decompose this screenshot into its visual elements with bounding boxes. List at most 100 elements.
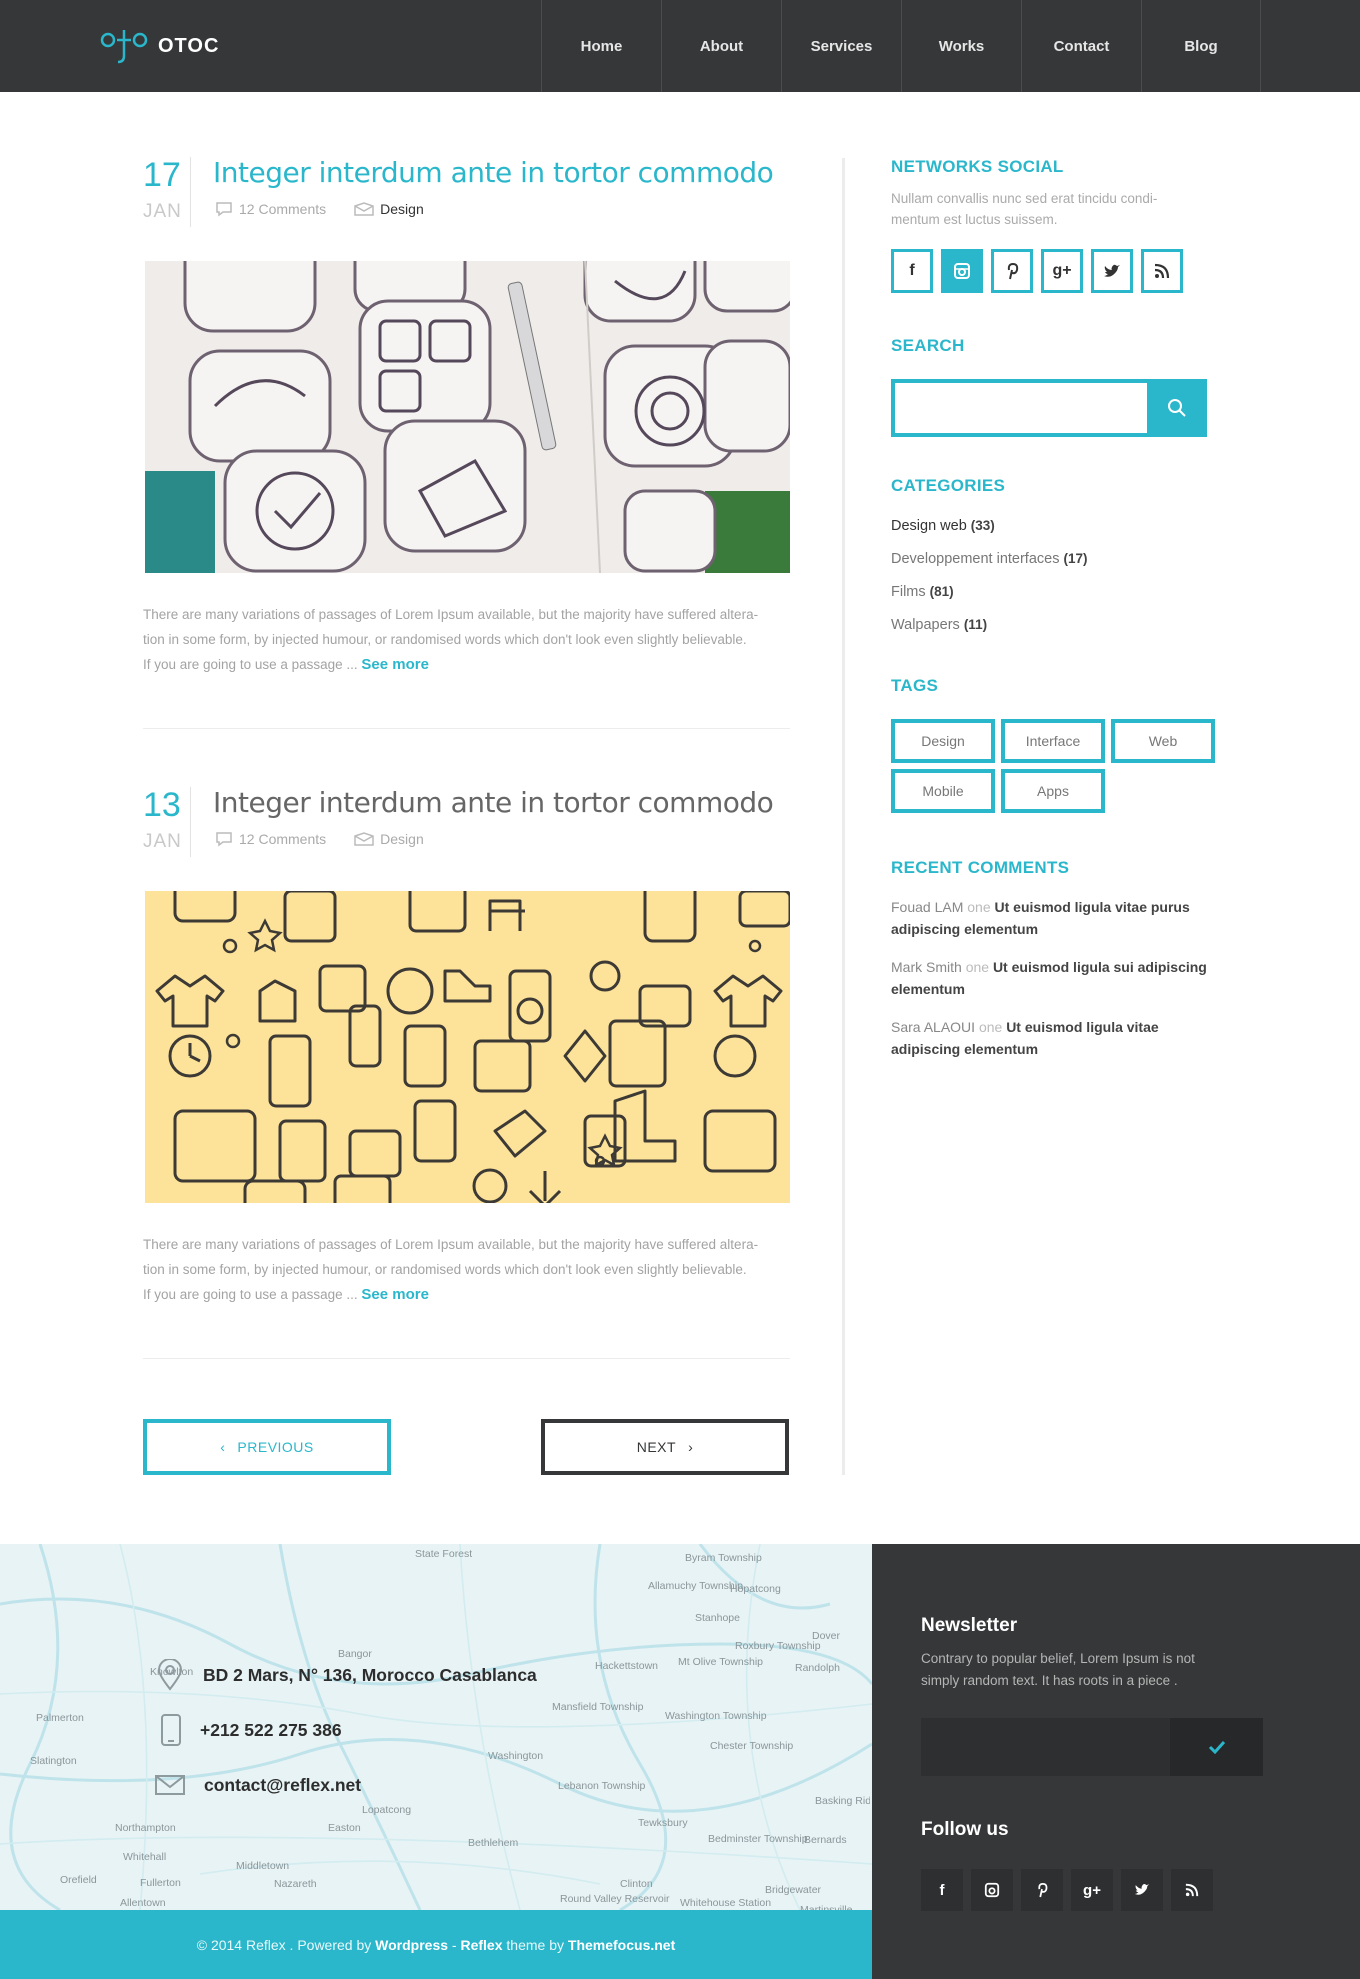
google-plus-icon[interactable]: g+ xyxy=(1071,1869,1113,1911)
search-form xyxy=(891,379,1207,437)
category-label: Developpement interfaces xyxy=(891,551,1060,567)
social-text-line: Nullam convallis nunc sed erat tincidu c… xyxy=(891,191,1158,206)
facebook-icon[interactable]: f xyxy=(921,1869,963,1911)
tag-apps[interactable]: Apps xyxy=(1001,769,1105,813)
comment-item[interactable]: Sara ALAOUI one Ut euismod ligula vitae … xyxy=(891,1016,1231,1060)
facebook-icon[interactable]: f xyxy=(891,249,933,293)
instagram-icon[interactable] xyxy=(971,1869,1013,1911)
chevron-right-icon: › xyxy=(688,1439,694,1455)
map-place-label: Basking Ridge xyxy=(815,1795,870,1807)
excerpt-line: tion in some form, by injected humour, o… xyxy=(143,1262,747,1277)
nav-services[interactable]: Services xyxy=(781,0,901,92)
newsletter-submit-button[interactable] xyxy=(1170,1718,1263,1776)
rss-icon[interactable] xyxy=(1141,249,1183,293)
newsletter-text-line: Contrary to popular belief, Lorem Ipsum … xyxy=(921,1651,1195,1666)
wordpress-link[interactable]: Wordpress xyxy=(375,1937,448,1953)
map-place-label: Allamuchy Township xyxy=(648,1580,743,1592)
category-item[interactable]: Developpement interfaces (17) xyxy=(891,551,1088,567)
comment-item[interactable]: Mark Smith one Ut euismod ligula sui adi… xyxy=(891,956,1231,1000)
categories-title: CATEGORIES xyxy=(891,476,1006,495)
google-plus-icon[interactable]: g+ xyxy=(1041,249,1083,293)
map-place-label: Palmerton xyxy=(36,1712,84,1724)
excerpt-line: If you are going to use a passage ... xyxy=(143,657,358,672)
newsletter-email-input[interactable] xyxy=(921,1718,1170,1776)
search-input[interactable] xyxy=(891,379,1147,437)
twitter-icon[interactable] xyxy=(1091,249,1133,293)
main-nav: Home About Services Works Contact Blog xyxy=(541,0,1261,92)
map-place-label: Chester Township xyxy=(710,1740,794,1752)
chevron-left-icon: ‹ xyxy=(220,1439,226,1455)
nav-about[interactable]: About xyxy=(661,0,781,92)
see-more-link[interactable]: See more xyxy=(361,1286,429,1303)
map-place-label: Fullerton xyxy=(140,1877,181,1889)
post-divider xyxy=(143,728,790,729)
phone-text: +212 522 275 386 xyxy=(200,1719,342,1740)
previous-label: PREVIOUS xyxy=(237,1439,314,1455)
post-title[interactable]: Integer interdum ante in tortor commodo xyxy=(213,156,774,189)
tag-web[interactable]: Web xyxy=(1111,719,1215,763)
map-place-label: Lebanon Township xyxy=(558,1780,646,1792)
search-title: SEARCH xyxy=(891,336,965,355)
tag-design[interactable]: Design xyxy=(891,719,995,763)
category-item[interactable]: Walpapers (11) xyxy=(891,617,987,633)
map-place-label: Washington xyxy=(488,1750,544,1762)
logo[interactable]: OTOC xyxy=(100,24,219,68)
instagram-icon[interactable] xyxy=(941,249,983,293)
map-place-label: Mt Olive Township xyxy=(678,1656,764,1668)
rss-icon[interactable] xyxy=(1171,1869,1213,1911)
map-place-label: Easton xyxy=(328,1822,361,1834)
map-place-label: Hackettstown xyxy=(595,1660,659,1672)
rss-glyph-icon xyxy=(1185,1883,1199,1897)
category-link[interactable]: Design xyxy=(380,831,424,847)
nav-blog[interactable]: Blog xyxy=(1141,0,1261,92)
map-place-label: Allentown xyxy=(120,1897,166,1909)
map-place-label: Bedminster Township xyxy=(708,1833,808,1845)
themefocus-link[interactable]: Themefocus.net xyxy=(568,1937,675,1953)
search-button[interactable] xyxy=(1147,379,1207,437)
category-item[interactable]: Films (81) xyxy=(891,584,954,600)
pinterest-icon[interactable] xyxy=(991,249,1033,293)
see-more-link[interactable]: See more xyxy=(361,656,429,673)
comment-separator: one xyxy=(967,899,991,915)
next-button[interactable]: NEXT › xyxy=(541,1419,789,1475)
post-image-pattern[interactable] xyxy=(145,891,790,1203)
excerpt-line: If you are going to use a passage ... xyxy=(143,1287,358,1302)
rss-glyph-icon xyxy=(1154,263,1170,279)
pinterest-icon[interactable] xyxy=(1021,1869,1063,1911)
tag-mobile[interactable]: Mobile xyxy=(891,769,995,813)
tag-interface[interactable]: Interface xyxy=(1001,719,1105,763)
date-divider xyxy=(190,157,191,227)
previous-button[interactable]: ‹ PREVIOUS xyxy=(143,1419,391,1475)
copyright-theme-by: theme by xyxy=(502,1936,568,1953)
email-link[interactable]: contact@reflex.net xyxy=(204,1775,361,1796)
comments-link[interactable]: 12 Comments xyxy=(239,831,326,847)
category-count: (17) xyxy=(1063,551,1088,566)
comment-author: Mark Smith xyxy=(891,959,962,975)
post-meta: 12 Comments Design xyxy=(215,831,424,847)
nav-works[interactable]: Works xyxy=(901,0,1021,92)
twitter-icon[interactable] xyxy=(1121,1869,1163,1911)
newsletter-title: Newsletter xyxy=(921,1615,1018,1636)
nav-contact[interactable]: Contact xyxy=(1021,0,1141,92)
post-image-sketch[interactable] xyxy=(145,261,790,573)
copyright-dash: - xyxy=(448,1936,461,1953)
nav-home[interactable]: Home xyxy=(541,0,661,92)
icon-pattern-illustration xyxy=(145,891,790,1203)
map-place-label: Mansfield Township xyxy=(552,1701,644,1713)
comment-author: Fouad LAM xyxy=(891,899,964,915)
excerpt-line: There are many variations of passages of… xyxy=(143,1237,759,1252)
category-label: Films xyxy=(891,584,926,600)
map-place-label: Dover xyxy=(812,1630,841,1642)
comments-link[interactable]: 12 Comments xyxy=(239,201,326,217)
social-description: Nullam convallis nunc sed erat tincidu c… xyxy=(891,188,1201,230)
category-item[interactable]: Design web (33) xyxy=(891,518,995,534)
mail-icon xyxy=(155,1775,185,1795)
category-link[interactable]: Design xyxy=(380,201,424,217)
post-title[interactable]: Integer interdum ante in tortor commodo xyxy=(213,786,774,819)
comment-item[interactable]: Fouad LAM one Ut euismod ligula vitae pu… xyxy=(891,896,1231,940)
date-divider xyxy=(190,787,191,857)
map-place-label: Byram Township xyxy=(685,1552,762,1564)
checkmark-icon xyxy=(1208,1740,1225,1754)
map-place-label: Randolph xyxy=(795,1662,840,1674)
reflex-link[interactable]: Reflex xyxy=(460,1937,502,1953)
